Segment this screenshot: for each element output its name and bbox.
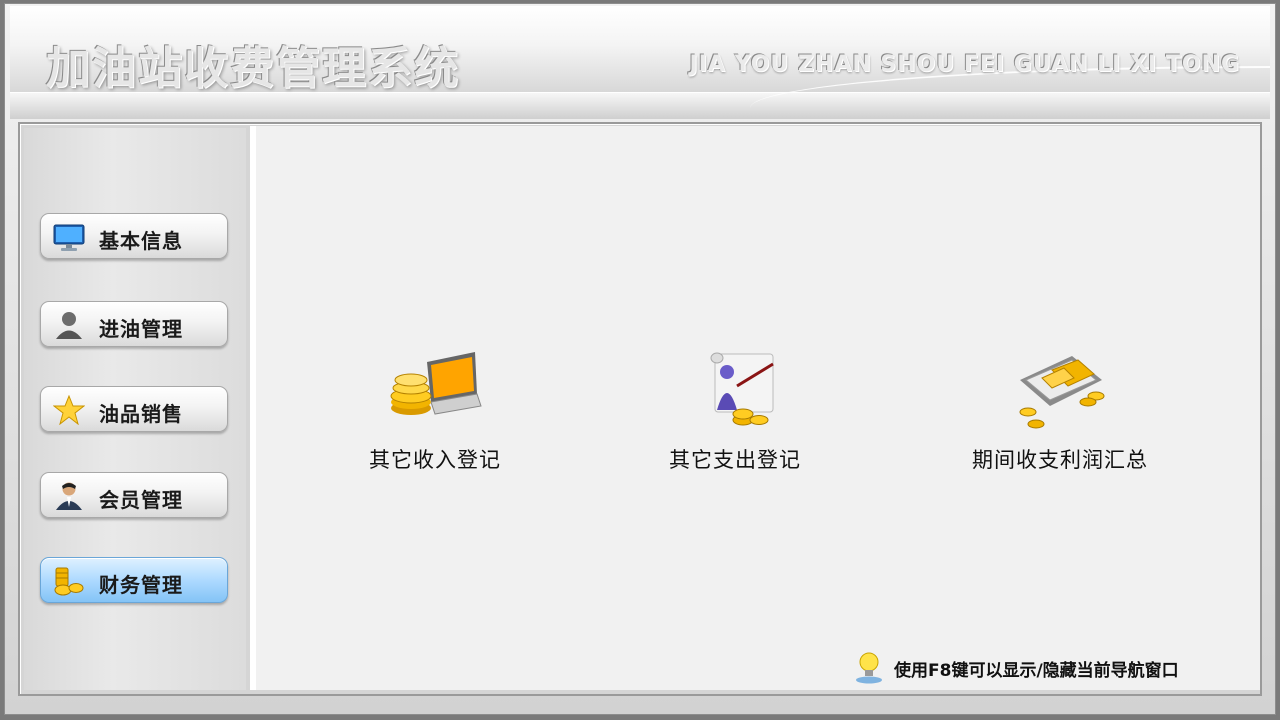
nav-label: 进油管理 xyxy=(99,317,183,341)
nav-finance-button[interactable]: 财务管理 xyxy=(40,557,228,603)
action-label: 期间收支利润汇总 xyxy=(972,448,1148,472)
person-icon xyxy=(53,310,85,340)
nav-oil-purchase-button[interactable]: 进油管理 xyxy=(40,301,228,347)
nav-label: 会员管理 xyxy=(99,488,183,512)
nav-basic-info-button[interactable]: 基本信息 xyxy=(40,213,228,259)
nav-label: 油品销售 xyxy=(99,402,183,426)
laptop-coins-icon xyxy=(387,350,483,430)
nav-oil-sales-button[interactable]: 油品销售 xyxy=(40,386,228,432)
star-icon xyxy=(52,394,86,426)
other-income-button[interactable]: 其它收入登记 xyxy=(340,350,530,474)
coins-icon xyxy=(53,566,85,596)
user-suit-icon xyxy=(53,481,85,511)
presenter-coins-icon xyxy=(687,350,783,430)
ledger-coins-icon xyxy=(1012,350,1108,430)
app-title: 加油站收费管理系统 xyxy=(46,43,460,94)
nav-label: 基本信息 xyxy=(99,229,183,253)
profit-summary-button[interactable]: 期间收支利润汇总 xyxy=(950,350,1170,474)
action-label: 其它支出登记 xyxy=(669,448,801,472)
other-expense-button[interactable]: 其它支出登记 xyxy=(640,350,830,474)
app-header: 加油站收费管理系统 JIA YOU ZHAN SHOU FEI GUAN LI … xyxy=(10,6,1270,119)
lightbulb-icon xyxy=(852,650,886,684)
action-label: 其它收入登记 xyxy=(369,448,501,472)
hint-text: 使用F8键可以显示/隐藏当前导航窗口 xyxy=(894,661,1179,681)
nav-member-button[interactable]: 会员管理 xyxy=(40,472,228,518)
nav-label: 财务管理 xyxy=(99,573,183,597)
app-subtitle: JIA YOU ZHAN SHOU FEI GUAN LI XI TONG xyxy=(689,52,1240,77)
monitor-icon xyxy=(53,222,85,252)
